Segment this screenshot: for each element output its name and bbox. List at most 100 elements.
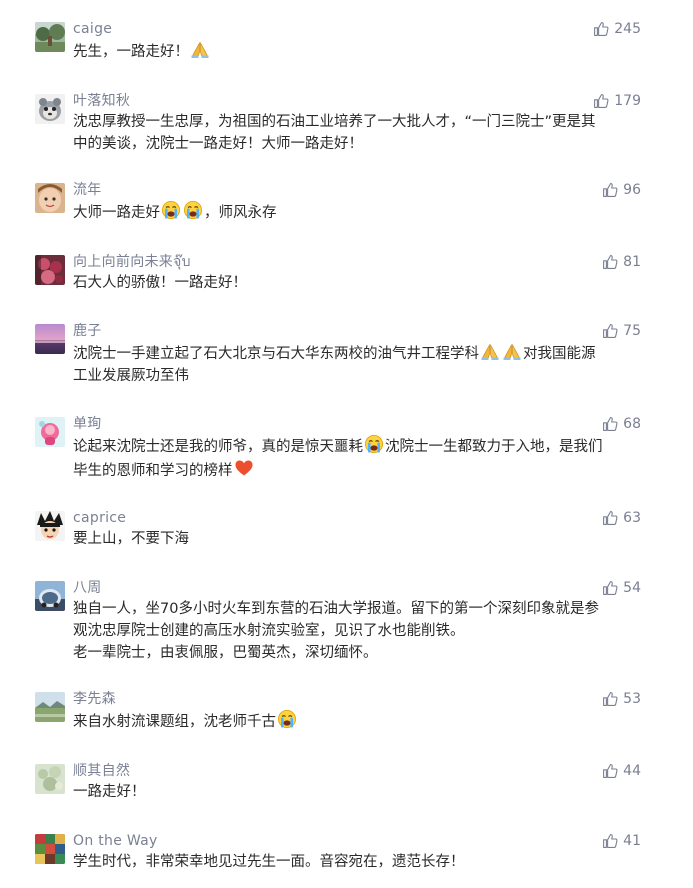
- comment-text: 来自水射流课题组，沈老师千古: [73, 709, 653, 733]
- like-button[interactable]: 44: [602, 762, 641, 780]
- comment-author[interactable]: 八周: [73, 579, 102, 597]
- avatar[interactable]: [35, 255, 65, 285]
- folded-hands-emoji: [190, 39, 210, 59]
- comment-line: 石大人的骄傲！一路走好！: [73, 272, 653, 294]
- like-button[interactable]: 54: [602, 579, 641, 597]
- like-count: 75: [623, 323, 641, 339]
- comment-text-segment: 对我国能源: [523, 346, 596, 362]
- like-button[interactable]: 75: [602, 322, 641, 340]
- like-count: 41: [623, 833, 641, 849]
- comment-line: 要上山，不要下海: [73, 528, 653, 550]
- avatar[interactable]: [35, 581, 65, 611]
- comment-text: 一路走好！: [73, 781, 653, 803]
- comment-line: 沈忠厚教授一生忠厚，为祖国的石油工业培养了一大批人才，“一门三院士”更是其: [73, 111, 653, 133]
- thumbs-up-icon: [602, 691, 618, 707]
- like-button[interactable]: 179: [593, 92, 641, 110]
- comment-line: 论起来沈院士还是我的师爷，真的是惊天噩耗 沈院士一生都致力于入地，是我们: [73, 434, 653, 458]
- comment-text: 论起来沈院士还是我的师爷，真的是惊天噩耗 沈院士一生都致力于入地，是我们毕生的恩师…: [73, 434, 653, 482]
- comment-text-segment: 中的美谈，沈院士一路走好！大师一路走好！: [73, 136, 363, 152]
- folded-hands-emoji: [480, 341, 500, 361]
- like-count: 53: [623, 691, 641, 707]
- red-heart-emoji: [234, 458, 254, 478]
- like-count: 44: [623, 763, 641, 779]
- comment-text-segment: 沈院士一手建立起了石大北京与石大华东两校的油气井工程学科: [73, 346, 479, 362]
- comment-text: 先生，一路走好！: [73, 39, 653, 63]
- thumbs-up-icon: [602, 833, 618, 849]
- comment-author[interactable]: 李先森: [73, 690, 116, 708]
- comment-text: 沈忠厚教授一生忠厚，为祖国的石油工业培养了一大批人才，“一门三院士”更是其 中的美…: [73, 111, 653, 155]
- comment-line: 大师一路走好 ，师风永存: [73, 200, 653, 224]
- comment-text-segment: 论起来沈院士还是我的师爷，真的是惊天噩耗: [73, 439, 363, 455]
- comment-line: 学生时代，非常荣幸地见过先生一面。音容宛在，遗范长存！: [73, 851, 653, 873]
- comment-text: 沈院士一手建立起了石大北京与石大华东两校的油气井工程学科 对我国能源工业发展厥功至…: [73, 341, 653, 387]
- comment-text: 学生时代，非常荣幸地见过先生一面。音容宛在，遗范长存！: [73, 851, 653, 873]
- like-button[interactable]: 96: [602, 181, 641, 199]
- comment-text-segment: 先生，一路走好！: [73, 44, 189, 60]
- avatar[interactable]: [35, 692, 65, 722]
- thumbs-up-icon: [602, 416, 618, 432]
- like-count: 179: [614, 93, 641, 109]
- comment-text-segment: 要上山，不要下海: [73, 531, 189, 547]
- comment-line: 来自水射流课题组，沈老师千古: [73, 709, 653, 733]
- thumbs-up-icon: [602, 182, 618, 198]
- comment-text-segment: 学生时代，非常荣幸地见过先生一面。音容宛在，遗范长存！: [73, 854, 465, 870]
- comment-text-segment: 大师一路走好: [73, 205, 160, 221]
- comment-line: 沈院士一手建立起了石大北京与石大华东两校的油气井工程学科 对我国能源: [73, 341, 653, 365]
- comment-author[interactable]: 鹿子: [73, 322, 102, 340]
- thumbs-up-icon: [602, 323, 618, 339]
- comment-text-segment: 沈忠厚教授一生忠厚，为祖国的石油工业培养了一大批人才，“一门三院士”更是其: [73, 114, 596, 130]
- like-button[interactable]: 53: [602, 690, 641, 708]
- comment-author[interactable]: 顺其自然: [73, 762, 130, 780]
- comment-line: 独自一人，坐70多小时火车到东营的石油大学报道。留下的第一个深刻印象就是参: [73, 598, 653, 620]
- comment-text-segment: 沈院士一生都致力于入地，是我们: [385, 439, 603, 455]
- comment-text-segment: 观沈忠厚院士创建的高压水射流实验室，见识了水也能削铁。: [73, 623, 465, 639]
- comment-text: 要上山，不要下海: [73, 528, 653, 550]
- like-button[interactable]: 245: [593, 20, 641, 38]
- crying-face-emoji: [364, 434, 384, 454]
- avatar[interactable]: [35, 511, 65, 541]
- comment-text-segment: 毕生的恩师和学习的榜样: [73, 463, 233, 479]
- avatar[interactable]: [35, 22, 65, 52]
- comment-author[interactable]: caige: [73, 20, 112, 38]
- like-button[interactable]: 81: [602, 253, 641, 271]
- like-count: 96: [623, 182, 641, 198]
- comment-line: 工业发展厥功至伟: [73, 365, 653, 387]
- thumbs-up-icon: [602, 580, 618, 596]
- comment-line: 一路走好！: [73, 781, 653, 803]
- comment-text-segment: ，师风永存: [204, 205, 277, 221]
- crying-face-emoji: [161, 200, 181, 220]
- like-button[interactable]: 41: [602, 832, 641, 850]
- comment-line: 老一辈院士，由衷佩服，巴蜀英杰，深切缅怀。: [73, 642, 653, 664]
- thumbs-up-icon: [593, 21, 609, 37]
- like-count: 68: [623, 416, 641, 432]
- like-count: 81: [623, 254, 641, 270]
- crying-face-emoji: [277, 709, 297, 729]
- comment-author[interactable]: 流年: [73, 181, 102, 199]
- thumbs-up-icon: [602, 763, 618, 779]
- comment-author[interactable]: 单珣: [73, 415, 102, 433]
- like-count: 63: [623, 510, 641, 526]
- avatar[interactable]: [35, 417, 65, 447]
- avatar[interactable]: [35, 94, 65, 124]
- avatar[interactable]: [35, 834, 65, 864]
- avatar[interactable]: [35, 764, 65, 794]
- crying-face-emoji: [183, 200, 203, 220]
- comment-text-segment: 独自一人，坐70多小时火车到东营的石油大学报道。留下的第一个深刻印象就是参: [73, 601, 599, 617]
- comment-text: 独自一人，坐70多小时火车到东营的石油大学报道。留下的第一个深刻印象就是参 观沈忠…: [73, 598, 653, 664]
- avatar[interactable]: [35, 324, 65, 354]
- comment-text-segment: 来自水射流课题组，沈老师千古: [73, 714, 276, 730]
- avatar[interactable]: [35, 183, 65, 213]
- comment-author[interactable]: On the Way: [73, 832, 158, 850]
- like-count: 54: [623, 580, 641, 596]
- thumbs-up-icon: [593, 93, 609, 109]
- comment-author[interactable]: caprice: [73, 509, 126, 527]
- comment-text-segment: 老一辈院士，由衷佩服，巴蜀英杰，深切缅怀。: [73, 645, 378, 661]
- comment-author[interactable]: 叶落知秋: [73, 92, 130, 110]
- comment-text-segment: 工业发展厥功至伟: [73, 368, 189, 384]
- thumbs-up-icon: [602, 254, 618, 270]
- comment-line: 中的美谈，沈院士一路走好！大师一路走好！: [73, 133, 653, 155]
- like-button[interactable]: 68: [602, 415, 641, 433]
- comment-author[interactable]: 向上向前向未来จุ๊บ: [73, 253, 191, 271]
- like-button[interactable]: 63: [602, 509, 641, 527]
- comment-text: 大师一路走好 ，师风永存: [73, 200, 653, 224]
